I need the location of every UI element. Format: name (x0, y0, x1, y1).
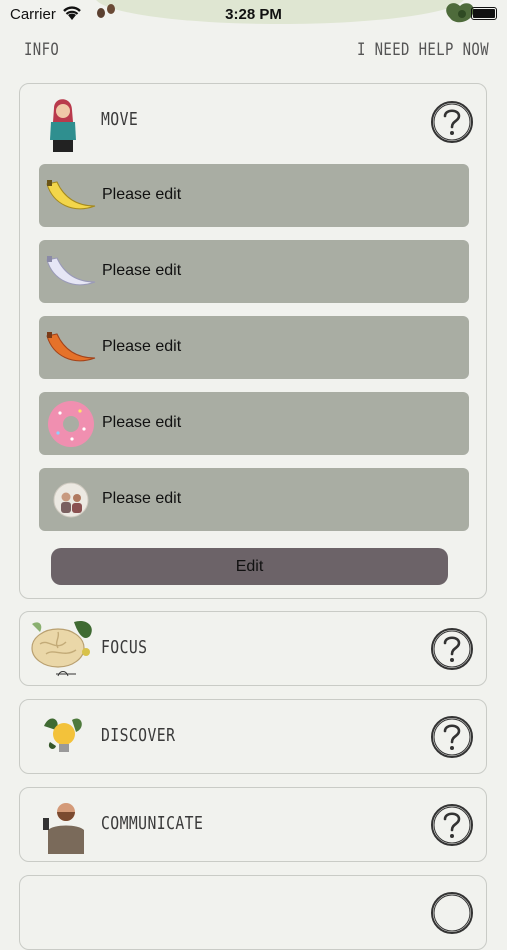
section-title-move: MOVE (101, 109, 139, 130)
brain-icon (31, 620, 92, 677)
woman-figure-icon (50, 99, 76, 152)
orange-banana-icon (46, 332, 96, 362)
help-question-icon[interactable] (429, 890, 475, 936)
move-item-label: Please edit (102, 186, 182, 203)
people-photo-icon (53, 482, 89, 518)
section-card-communicate[interactable]: COMMUNICATE (19, 787, 487, 862)
status-bar: Carrier 3:28 PM (0, 0, 507, 28)
section-card-discover[interactable]: DISCOVER (19, 699, 487, 774)
move-item[interactable]: Please edit (39, 240, 469, 303)
help-question-icon[interactable] (429, 626, 475, 672)
move-item-label: Please edit (102, 414, 182, 431)
move-item-label: Please edit (102, 490, 182, 507)
info-link[interactable]: INFO (24, 40, 59, 60)
battery-icon (471, 7, 497, 20)
move-item-label: Please edit (102, 262, 182, 279)
move-item[interactable]: Please edit (39, 316, 469, 379)
section-card-focus[interactable]: FOCUS (19, 611, 487, 686)
status-time: 3:28 PM (225, 6, 282, 23)
help-question-icon[interactable] (429, 802, 475, 848)
move-item-label: Please edit (102, 338, 182, 355)
donut-icon (48, 401, 94, 447)
move-item[interactable]: Please edit (39, 468, 469, 531)
section-title-discover: DISCOVER (101, 725, 176, 746)
help-question-icon[interactable] (429, 714, 475, 760)
man-figure-icon (43, 803, 84, 854)
white-banana-icon (46, 256, 96, 286)
move-item[interactable]: Please edit (39, 164, 469, 227)
move-item[interactable]: Please edit (39, 392, 469, 455)
yellow-banana-icon (46, 180, 96, 210)
edit-button[interactable]: Edit (51, 548, 448, 585)
section-title-communicate: COMMUNICATE (101, 813, 204, 834)
section-card-move: MOVE Please edit Please edit Please edit (19, 83, 487, 599)
help-question-icon[interactable] (429, 99, 475, 145)
section-title-focus: FOCUS (101, 637, 148, 658)
lightbulb-icon (44, 718, 82, 752)
help-now-link[interactable]: I NEED HELP NOW (357, 40, 489, 60)
section-card-partial[interactable] (19, 875, 487, 950)
